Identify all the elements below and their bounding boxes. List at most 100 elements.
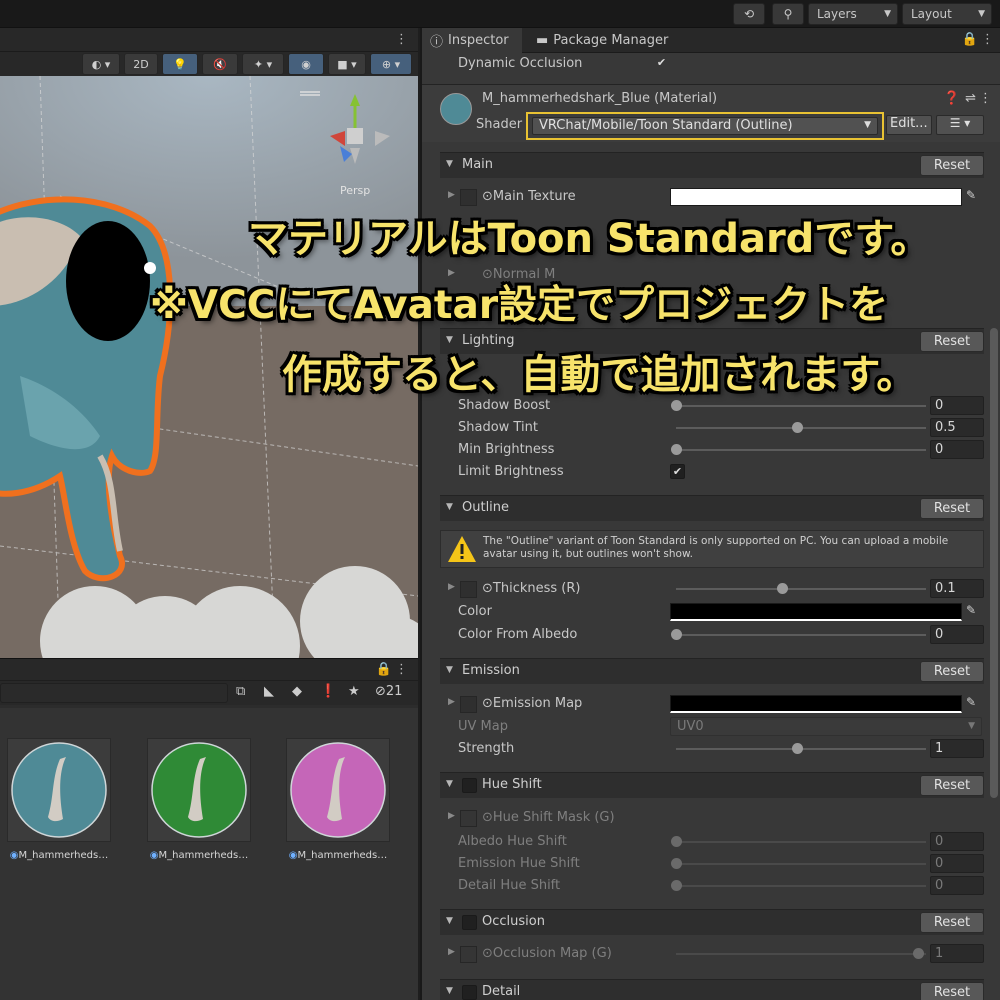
section-main[interactable]: ▼ Main Reset [440, 152, 984, 178]
albedo-hue-shift-field[interactable]: 0 [930, 832, 984, 851]
section-emission[interactable]: ▼ Emission Reset [440, 658, 984, 684]
shadow-boost-slider[interactable] [676, 405, 926, 407]
emission-hue-shift-slider[interactable] [676, 863, 926, 865]
occlusion-strength-slider[interactable] [676, 953, 926, 955]
fold-arrow-icon[interactable]: ▶ [448, 582, 455, 592]
more-menu-icon[interactable]: ⋮ [395, 662, 408, 677]
layers-dropdown[interactable]: Layers ▼ [808, 3, 898, 25]
occlusion-toggle[interactable] [462, 915, 477, 930]
effects-toggle-icon[interactable]: ✦ ▾ [242, 53, 284, 75]
filter-by-label-icon[interactable]: ◆ [292, 684, 302, 699]
texture-slot[interactable] [460, 581, 477, 598]
texture-slot[interactable] [460, 696, 477, 713]
section-detail[interactable]: ▼ Detail Reset [440, 979, 984, 1000]
reset-button[interactable]: Reset [920, 982, 984, 1000]
list-menu-button[interactable]: ☰ ▾ [936, 115, 984, 135]
eyedropper-icon[interactable]: ✎ [966, 695, 982, 711]
lock-icon[interactable]: 🔒 [376, 662, 392, 677]
detail-toggle[interactable] [462, 985, 477, 1000]
detail-hue-shift-field[interactable]: 0 [930, 876, 984, 895]
preset-icon[interactable]: ⇌ [965, 91, 976, 106]
filter-by-type-icon[interactable]: ◣ [264, 684, 274, 699]
slider-handle[interactable] [671, 444, 682, 455]
strength-field[interactable]: 1 [930, 739, 984, 758]
fold-arrow-icon[interactable]: ▶ [448, 268, 455, 278]
shadow-boost-field[interactable]: 0 [930, 396, 984, 415]
warning-filter-icon[interactable]: ❗ [320, 684, 336, 699]
slider-handle[interactable] [671, 836, 682, 847]
slider-handle[interactable] [671, 858, 682, 869]
emission-hue-shift-field[interactable]: 0 [930, 854, 984, 873]
thickness-field[interactable]: 0.1 [930, 579, 984, 598]
section-occlusion[interactable]: ▼ Occlusion Reset [440, 909, 984, 935]
camera-icon[interactable]: ■ ▾ [328, 53, 366, 75]
eyedropper-icon[interactable]: ✎ [966, 603, 982, 619]
edit-shader-button[interactable]: Edit... [886, 115, 932, 135]
reset-button[interactable]: Reset [920, 331, 984, 352]
slider-handle[interactable] [777, 583, 788, 594]
favorite-star-icon[interactable]: ★ [348, 684, 360, 699]
more-menu-icon[interactable]: ⋮ [981, 32, 994, 47]
hidden-items-icon[interactable]: ⊘21 [375, 684, 402, 699]
color-from-albedo-field[interactable]: 0 [930, 625, 984, 644]
fold-arrow-icon[interactable]: ▶ [448, 190, 455, 200]
texture-slot[interactable] [460, 189, 477, 206]
layout-dropdown[interactable]: Layout ▼ [902, 3, 992, 25]
albedo-hue-shift-slider[interactable] [676, 841, 926, 843]
history-icon[interactable]: ⟲ [733, 3, 765, 25]
section-outline[interactable]: ▼ Outline Reset [440, 495, 984, 521]
min-brightness-slider[interactable] [676, 449, 926, 451]
fold-arrow-icon[interactable]: ▶ [448, 697, 455, 707]
more-menu-icon[interactable]: ⋮ [979, 91, 992, 106]
more-menu-icon[interactable]: ⋮ [395, 32, 408, 47]
scene-viewport[interactable]: Persp [0, 76, 418, 658]
fold-arrow-icon[interactable]: ▶ [448, 947, 455, 957]
section-lighting[interactable]: ▼ Lighting Reset [440, 328, 984, 354]
detail-hue-shift-slider[interactable] [676, 885, 926, 887]
mode-2d-button[interactable]: 2D [124, 53, 158, 75]
occlusion-strength-field[interactable]: 1 [930, 944, 984, 963]
texture-slot[interactable] [460, 810, 477, 827]
visibility-toggle-icon[interactable]: ◉ [288, 53, 324, 75]
fold-arrow-icon[interactable]: ▶ [448, 811, 455, 821]
main-color-swatch[interactable] [670, 188, 962, 206]
lighting-toggle-icon[interactable]: 💡 [162, 53, 198, 75]
shadow-tint-field[interactable]: 0.5 [930, 418, 984, 437]
slider-handle[interactable] [671, 400, 682, 411]
gizmos-icon[interactable]: ⊕ ▾ [370, 53, 412, 75]
help-icon[interactable]: ❓ [944, 91, 960, 106]
slider-handle[interactable] [792, 422, 803, 433]
shading-mode-button[interactable]: ◐ ▾ [82, 53, 120, 75]
color-from-albedo-slider[interactable] [676, 634, 926, 636]
tab-package-manager[interactable]: ▬ Package Manager [530, 28, 680, 53]
thickness-slider[interactable] [676, 588, 926, 590]
dynamic-occlusion-checkbox[interactable]: ✔ [654, 56, 669, 71]
inspector-scrollbar[interactable] [990, 328, 998, 798]
tab-inspector[interactable]: ⓘ Inspector [422, 28, 522, 53]
emission-color-swatch[interactable] [670, 695, 962, 713]
asset-store-icon[interactable]: ⧉ [236, 684, 245, 699]
material-asset[interactable]: ◉M_hammerheds… [273, 738, 403, 861]
material-asset[interactable]: ◉M_hammerheds… [0, 738, 124, 861]
slider-handle[interactable] [671, 880, 682, 891]
reset-button[interactable]: Reset [920, 775, 984, 796]
reset-button[interactable]: Reset [920, 498, 984, 519]
section-hue-shift[interactable]: ▼ Hue Shift Reset [440, 772, 984, 798]
texture-slot[interactable] [460, 946, 477, 963]
search-icon[interactable]: ⚲ [772, 3, 804, 25]
uv-map-dropdown[interactable]: UV0 ▼ [670, 717, 982, 736]
slider-handle[interactable] [671, 629, 682, 640]
min-brightness-field[interactable]: 0 [930, 440, 984, 459]
eyedropper-icon[interactable]: ✎ [966, 188, 982, 204]
audio-toggle-icon[interactable]: 🔇 [202, 53, 238, 75]
outline-color-swatch[interactable] [670, 603, 962, 621]
limit-brightness-checkbox[interactable]: ✔ [670, 464, 685, 479]
reset-button[interactable]: Reset [920, 912, 984, 933]
reset-button[interactable]: Reset [920, 661, 984, 682]
reset-button[interactable]: Reset [920, 155, 984, 176]
search-input[interactable] [0, 683, 228, 703]
hue-shift-toggle[interactable] [462, 778, 477, 793]
shader-dropdown[interactable]: VRChat/Mobile/Toon Standard (Outline) ▼ [532, 117, 878, 135]
slider-handle[interactable] [792, 743, 803, 754]
slider-handle[interactable] [913, 948, 924, 959]
